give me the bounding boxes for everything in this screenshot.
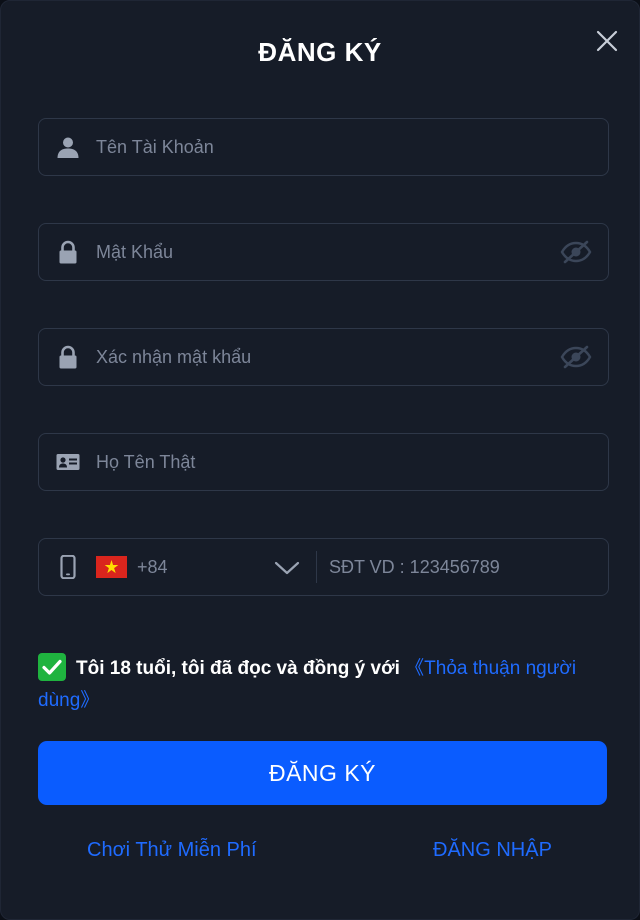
login-link[interactable]: ĐĂNG NHẬP <box>433 839 552 862</box>
confirm-password-input[interactable] <box>96 329 560 385</box>
real-name-input[interactable] <box>96 434 608 490</box>
password-input[interactable] <box>96 224 560 280</box>
id-card-icon <box>56 450 80 474</box>
free-trial-link[interactable]: Chơi Thử Miễn Phí <box>87 839 257 862</box>
chevron-down-icon[interactable] <box>274 557 300 577</box>
confirm-password-field <box>38 328 609 386</box>
lock-icon <box>56 240 80 264</box>
agreement-checkbox[interactable] <box>38 653 66 681</box>
register-modal: ĐĂNG KÝ Tên Tài Khoản Họ Tên Thật +84 SĐ… <box>0 0 640 920</box>
user-icon <box>56 135 80 159</box>
eye-off-icon[interactable] <box>560 343 592 371</box>
phone-icon <box>56 555 80 579</box>
agreement-row: Tôi 18 tuổi, tôi đã đọc và đồng ý với 《T… <box>38 653 613 717</box>
phone-field: +84 <box>38 538 609 596</box>
phone-input[interactable] <box>329 539 608 595</box>
username-input[interactable] <box>96 119 608 175</box>
country-selector[interactable]: +84 <box>96 539 316 595</box>
phone-divider <box>316 551 317 583</box>
lock-icon <box>56 345 80 369</box>
country-code: +84 <box>137 556 168 577</box>
checkmark-icon <box>42 659 62 675</box>
register-button[interactable]: ĐĂNG KÝ <box>38 741 607 805</box>
vietnam-flag-icon <box>96 556 127 578</box>
modal-title: ĐĂNG KÝ <box>258 37 382 67</box>
real-name-field <box>38 433 609 491</box>
agreement-text: Tôi 18 tuổi, tôi đã đọc và đồng ý với <box>76 658 400 679</box>
username-field <box>38 118 609 176</box>
password-field <box>38 223 609 281</box>
eye-off-icon[interactable] <box>560 238 592 266</box>
